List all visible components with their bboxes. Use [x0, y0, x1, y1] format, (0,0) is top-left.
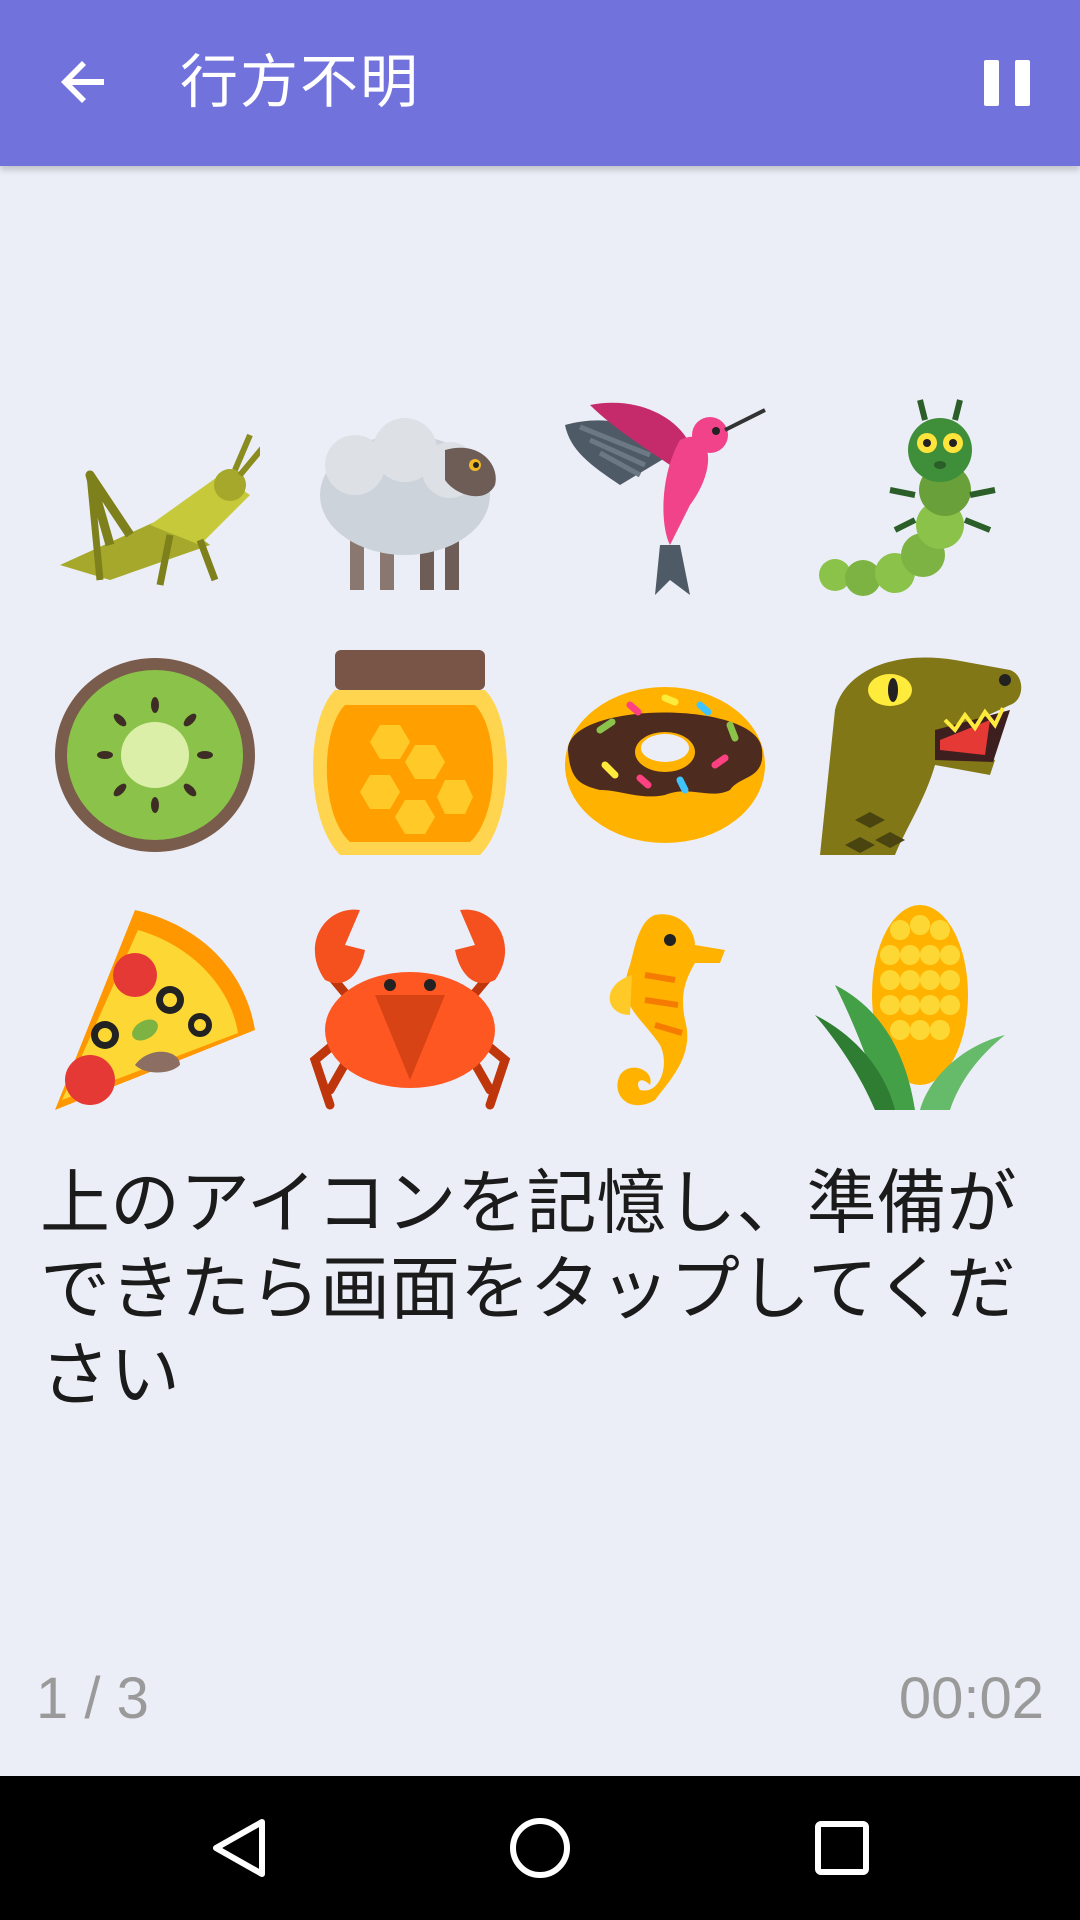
instruction-text: 上のアイコンを記憶し、準備ができたら画面をタップしてください	[40, 1162, 1017, 1416]
pizza-icon	[50, 905, 260, 1115]
grasshopper-icon	[50, 395, 260, 605]
kiwi-icon	[50, 650, 260, 860]
pause-icon[interactable]	[984, 60, 1030, 106]
donut-icon	[560, 650, 770, 860]
sheep-icon	[305, 395, 515, 605]
progress-indicator: 1 / 3	[36, 1666, 149, 1731]
honey-jar-icon	[305, 650, 515, 860]
elapsed-timer: 00:02	[898, 1666, 1044, 1731]
nav-home-icon[interactable]	[504, 1812, 576, 1884]
dinosaur-icon	[815, 650, 1025, 860]
crab-icon	[305, 905, 515, 1115]
arrow-back-icon[interactable]	[52, 50, 116, 114]
seahorse-icon	[560, 905, 770, 1115]
system-navigation-bar	[0, 1776, 1080, 1920]
corn-icon	[815, 905, 1025, 1115]
nav-back-icon[interactable]	[202, 1812, 274, 1884]
hummingbird-icon	[560, 395, 770, 605]
caterpillar-icon	[815, 395, 1025, 605]
app-bar: 行方不明	[0, 0, 1080, 166]
page-title: 行方不明	[180, 48, 421, 116]
nav-recents-icon[interactable]	[806, 1812, 878, 1884]
